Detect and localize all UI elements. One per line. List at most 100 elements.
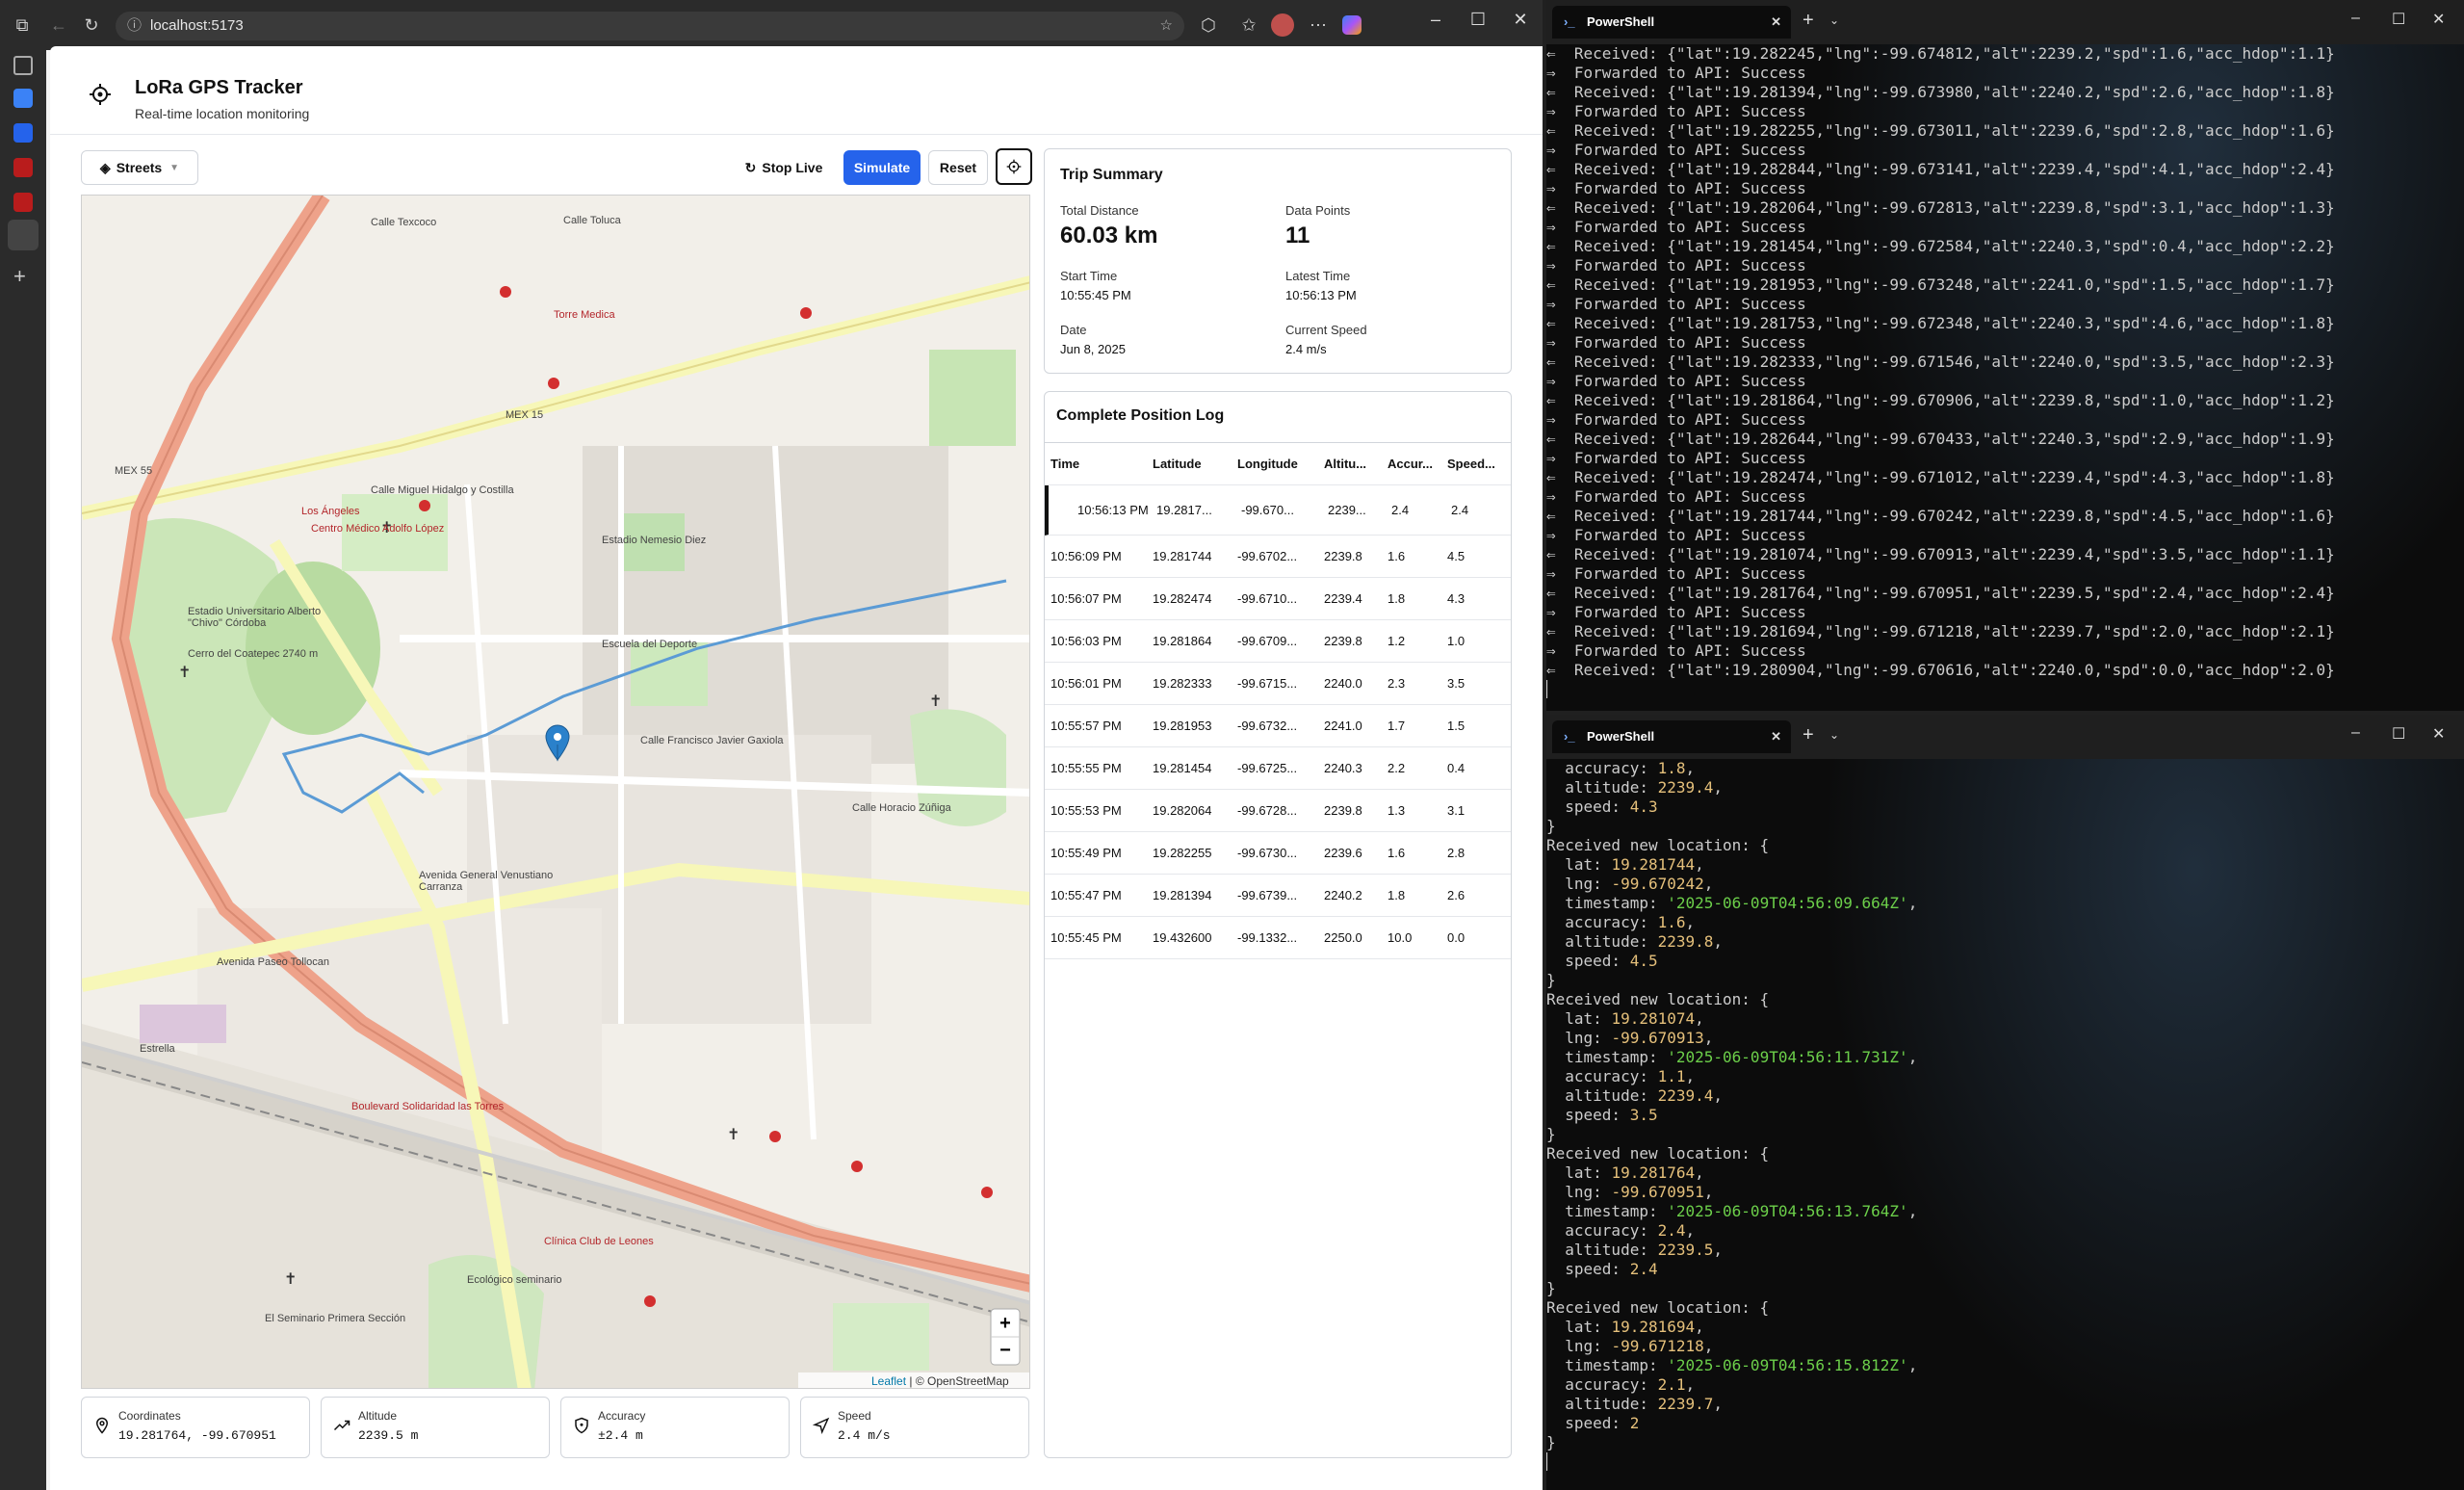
minimize-icon[interactable]: –	[1421, 10, 1450, 30]
table-cell: 2239.8	[1324, 634, 1362, 648]
maximize-icon[interactable]: ☐	[1464, 10, 1492, 30]
table-cell: 2241.0	[1324, 719, 1362, 733]
address-bar[interactable]: ⓘ localhost:5173 ☆	[116, 12, 1184, 40]
prompt-arrow-icon: ⇐	[1546, 160, 1574, 178]
map-view[interactable]: ✝ ✝ ✝ ✝ ✝ Calle Texcoco Calle Toluca Torre…	[81, 195, 1030, 1389]
close-window-icon[interactable]: ✕	[2432, 724, 2445, 744]
table-cell: 4.3	[1447, 591, 1465, 606]
table-row[interactable]: 10:56:07 PM 19.282474 -99.6710... 2239.4 1.8…	[1045, 578, 1511, 620]
new-tab-icon[interactable]: +	[13, 264, 26, 289]
terminal-line: ⇐ Received: {"lat":19.282844,"lng":-99.6…	[1546, 160, 2464, 179]
table-cell: 0.0	[1447, 930, 1465, 945]
terminal-output[interactable]: accuracy: 1.8, altitude: 2239.4, speed: …	[1546, 759, 2464, 1472]
terminal-punct: ,	[1703, 1183, 1714, 1201]
leaflet-link[interactable]: Leaflet	[871, 1374, 906, 1388]
reset-button[interactable]: Reset	[928, 150, 988, 185]
coordinates-tile: Coordinates 19.281764, -99.670951	[81, 1397, 310, 1458]
layer-select[interactable]: ◈ Streets ▼	[81, 150, 198, 185]
workspaces-icon[interactable]: ⧉	[8, 11, 37, 39]
tab-favicon-3[interactable]	[13, 158, 33, 177]
terminal-value: 2239.4	[1657, 1086, 1714, 1105]
table-row[interactable]: 10:56:09 PM 19.281744 -99.6702... 2239.8 1.6…	[1045, 536, 1511, 578]
close-window-icon[interactable]: ✕	[1506, 10, 1535, 30]
terminal-line: Received new location: {	[1546, 836, 2464, 855]
table-cell: -99.6725...	[1237, 761, 1298, 775]
hospital-icon[interactable]	[800, 307, 812, 319]
terminal-text: Forwarded to API: Success	[1573, 256, 1806, 274]
stop-live-button[interactable]: ↻ Stop Live	[738, 150, 830, 185]
terminal-line: timestamp: '2025-06-09T04:56:11.731Z',	[1546, 1048, 2464, 1067]
new-tab-icon[interactable]: +	[1803, 724, 1814, 746]
tab-favicon-1[interactable]	[13, 89, 33, 108]
close-tab-icon[interactable]: ✕	[1771, 720, 1781, 753]
map-tiles[interactable]: ✝ ✝ ✝ ✝ ✝	[82, 196, 1030, 1389]
table-row[interactable]: 10:55:49 PM 19.282255 -99.6730... 2239.6 1.6…	[1045, 832, 1511, 875]
terminal-text: Received: {"lat":19.282245,"lng":-99.674…	[1573, 44, 2335, 63]
terminal-tab[interactable]: ›_ PowerShell ✕	[1552, 6, 1791, 39]
hospital-icon[interactable]	[644, 1295, 656, 1307]
table-row[interactable]: 10:55:47 PM 19.281394 -99.6739... 2240.2 1.8…	[1045, 875, 1511, 917]
more-icon[interactable]: ⋯	[1304, 11, 1333, 39]
trending-up-icon	[333, 1420, 350, 1431]
center-location-button[interactable]	[996, 148, 1032, 185]
simulate-button[interactable]: Simulate	[843, 150, 921, 185]
minimize-icon[interactable]: –	[2351, 724, 2360, 742]
tab-actions-icon[interactable]	[13, 56, 33, 75]
terminal-key: lng:	[1546, 875, 1612, 893]
terminal-key: speed:	[1546, 797, 1630, 816]
terminal-line: ⇐ Received: {"lat":19.281864,"lng":-99.6…	[1546, 391, 2464, 410]
location-target-icon	[90, 84, 111, 105]
favorite-star-icon[interactable]: ☆	[1160, 12, 1173, 40]
hospital-icon[interactable]	[851, 1161, 863, 1172]
terminal-key: }	[1546, 817, 1556, 835]
position-log-table[interactable]: Time Latitude Longitude Altitu... Accur... Sp…	[1045, 442, 1511, 959]
close-window-icon[interactable]: ✕	[2432, 10, 2445, 29]
tab-favicon-4[interactable]	[13, 193, 33, 212]
terminal-line: ⇒ Forwarded to API: Success	[1546, 295, 2464, 314]
table-row[interactable]: 10:55:45 PM 19.432600 -99.1332... 2250.0 10.…	[1045, 917, 1511, 959]
table-row[interactable]: 10:55:53 PM 19.282064 -99.6728... 2239.8 1.3…	[1045, 790, 1511, 832]
site-info-icon[interactable]: ⓘ	[127, 12, 142, 40]
extensions-icon[interactable]: ⬡	[1194, 11, 1223, 39]
hospital-icon[interactable]	[548, 378, 559, 389]
map-label: Ecológico seminario	[467, 1274, 562, 1286]
terminal-tab[interactable]: ›_ PowerShell ✕	[1552, 720, 1791, 753]
maximize-icon[interactable]: ☐	[2392, 10, 2405, 29]
dropdown-icon[interactable]: ⌄	[1829, 13, 1839, 27]
terminal-output[interactable]: ⇐ Received: {"lat":19.282245,"lng":-99.6…	[1546, 44, 2464, 699]
prompt-arrow-icon: ⇐	[1546, 391, 1574, 409]
tab-favicon-2[interactable]	[13, 123, 33, 143]
refresh-icon[interactable]: ↻	[77, 11, 106, 39]
maximize-icon[interactable]: ☐	[2392, 724, 2405, 744]
table-row[interactable]: 10:55:55 PM 19.281454 -99.6725... 2240.3 2.2…	[1045, 747, 1511, 790]
hospital-icon[interactable]	[981, 1187, 993, 1198]
column-header: Altitu...	[1324, 457, 1367, 471]
table-row[interactable]: 10:56:01 PM 19.282333 -99.6715... 2240.0 2.3…	[1045, 663, 1511, 705]
hospital-icon[interactable]	[500, 286, 511, 298]
table-row[interactable]: 10:56:13 PM 19.2817... -99.670... 2239... 2.…	[1045, 485, 1511, 536]
terminal-text: Forwarded to API: Success	[1573, 410, 1806, 429]
copilot-icon[interactable]	[1342, 15, 1362, 35]
terminal-text: Forwarded to API: Success	[1573, 372, 1806, 390]
close-tab-icon[interactable]: ✕	[1771, 6, 1781, 39]
zoom-out-button[interactable]: −	[993, 1339, 1018, 1364]
terminal-line: speed: 4.5	[1546, 952, 2464, 971]
zoom-in-button[interactable]: +	[993, 1311, 1018, 1336]
terminal-line: ⇒ Forwarded to API: Success	[1546, 487, 2464, 507]
tab-favicon-active[interactable]	[8, 220, 39, 250]
terminal-text: Forwarded to API: Success	[1573, 603, 1806, 621]
terminal-text: Forwarded to API: Success	[1573, 564, 1806, 583]
hospital-icon[interactable]	[769, 1131, 781, 1142]
table-cell: 1.8	[1388, 591, 1406, 606]
profile-avatar[interactable]	[1271, 13, 1294, 37]
new-tab-icon[interactable]: +	[1803, 10, 1814, 32]
terminal-text: Forwarded to API: Success	[1573, 218, 1806, 236]
back-icon[interactable]: ←	[44, 11, 73, 39]
table-row[interactable]: 10:56:03 PM 19.281864 -99.6709... 2239.8 1.2…	[1045, 620, 1511, 663]
hospital-icon[interactable]	[419, 500, 430, 511]
table-cell: 2240.2	[1324, 888, 1362, 902]
minimize-icon[interactable]: –	[2351, 10, 2360, 27]
favorites-icon[interactable]: ✩	[1234, 11, 1263, 39]
dropdown-icon[interactable]: ⌄	[1829, 728, 1839, 742]
table-row[interactable]: 10:55:57 PM 19.281953 -99.6732... 2241.0 1.7…	[1045, 705, 1511, 747]
